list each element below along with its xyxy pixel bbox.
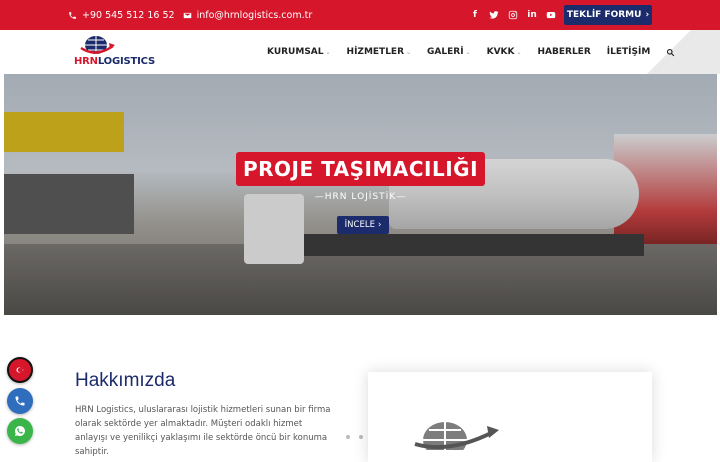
about-title: Hakkımızda xyxy=(75,370,176,391)
nav-item-kvkk[interactable]: KVKK ⌄ xyxy=(487,47,522,57)
nav-label: GALERİ xyxy=(427,47,464,57)
about-image-card xyxy=(368,372,652,462)
hero-slider[interactable]: PROJE TAŞIMACILIĞI —HRN LOJİSTİK— İNCELE… xyxy=(4,74,717,315)
carousel-dot[interactable] xyxy=(359,435,363,439)
nav-label: İLETİŞİM xyxy=(606,47,651,57)
hero-subtitle: —HRN LOJİSTİK— xyxy=(314,192,407,202)
top-bar: +90 545 512 16 52 info@hrnlogistics.com.… xyxy=(0,0,720,30)
nav-label: HABERLER xyxy=(537,47,591,57)
main-header: HRNLOGISTICS KURUMSAL ⌄ HİZMETLER ⌄ GALERİ… xyxy=(0,30,720,74)
nav-item-haberler[interactable]: HABERLER xyxy=(538,47,591,57)
logo-text: HRNLOGISTICS xyxy=(74,56,155,67)
hero-cta-label: İNCELE xyxy=(344,220,375,230)
logo-text-secondary: LOGISTICS xyxy=(97,56,155,67)
search-icon xyxy=(667,48,675,56)
nav-label: HİZMETLER xyxy=(346,47,405,57)
email-link[interactable]: info@hrnlogistics.com.tr xyxy=(183,9,313,21)
hero-title: PROJE TAŞIMACILIĞI xyxy=(236,152,485,186)
facebook-icon[interactable]: f xyxy=(470,10,480,20)
turkey-flag-icon xyxy=(16,367,24,373)
chevron-down-icon: ⌄ xyxy=(516,48,522,56)
quote-form-button[interactable]: TEKLİF FORMU › xyxy=(564,5,652,25)
language-button[interactable] xyxy=(7,357,33,383)
call-button[interactable] xyxy=(7,388,33,414)
phone-link[interactable]: +90 545 512 16 52 xyxy=(68,10,175,21)
search-button[interactable] xyxy=(666,48,675,57)
email-address: info@hrnlogistics.com.tr xyxy=(196,9,313,21)
whatsapp-icon xyxy=(15,426,25,436)
logo[interactable]: HRNLOGISTICS xyxy=(74,34,155,70)
chevron-right-icon: › xyxy=(645,10,650,20)
globe-logo-icon xyxy=(414,422,499,450)
instagram-icon[interactable] xyxy=(508,10,518,20)
linkedin-icon[interactable]: in xyxy=(527,10,537,20)
carousel-dot[interactable] xyxy=(346,435,350,439)
phone-number: +90 545 512 16 52 xyxy=(82,9,175,21)
nav-item-galeri[interactable]: GALERİ ⌄ xyxy=(427,47,471,57)
carousel-dots[interactable] xyxy=(346,435,363,439)
youtube-icon[interactable] xyxy=(546,10,556,20)
nav-item-iletisim[interactable]: İLETİŞİM xyxy=(607,47,651,57)
nav-label: KURUMSAL xyxy=(267,47,324,57)
globe-ship-logo-icon xyxy=(80,36,115,54)
chevron-right-icon: › xyxy=(377,220,382,230)
chevron-down-icon: ⌄ xyxy=(465,48,471,56)
nav-label: KVKK xyxy=(486,47,515,57)
quote-form-label: TEKLİF FORMU xyxy=(566,10,642,20)
nav-item-hizmetler[interactable]: HİZMETLER ⌄ xyxy=(347,47,412,57)
logo-text-primary: HRN xyxy=(74,56,98,67)
phone-icon xyxy=(15,396,25,406)
chevron-down-icon: ⌄ xyxy=(325,48,331,56)
chevron-down-icon: ⌄ xyxy=(406,48,412,56)
envelope-icon xyxy=(183,12,191,18)
social-links: f in xyxy=(470,0,556,30)
nav-item-kurumsal[interactable]: KURUMSAL ⌄ xyxy=(267,47,331,57)
twitter-icon[interactable] xyxy=(489,10,499,20)
contact-info: +90 545 512 16 52 info@hrnlogistics.com.… xyxy=(68,0,312,30)
main-nav: KURUMSAL ⌄ HİZMETLER ⌄ GALERİ ⌄ KVKK ⌄ HABER… xyxy=(267,30,675,74)
hero-cta-button[interactable]: İNCELE › xyxy=(337,216,389,234)
about-text: HRN Logistics, uluslararası lojistik hiz… xyxy=(75,405,331,457)
whatsapp-button[interactable] xyxy=(7,418,33,444)
phone-icon xyxy=(69,11,76,19)
